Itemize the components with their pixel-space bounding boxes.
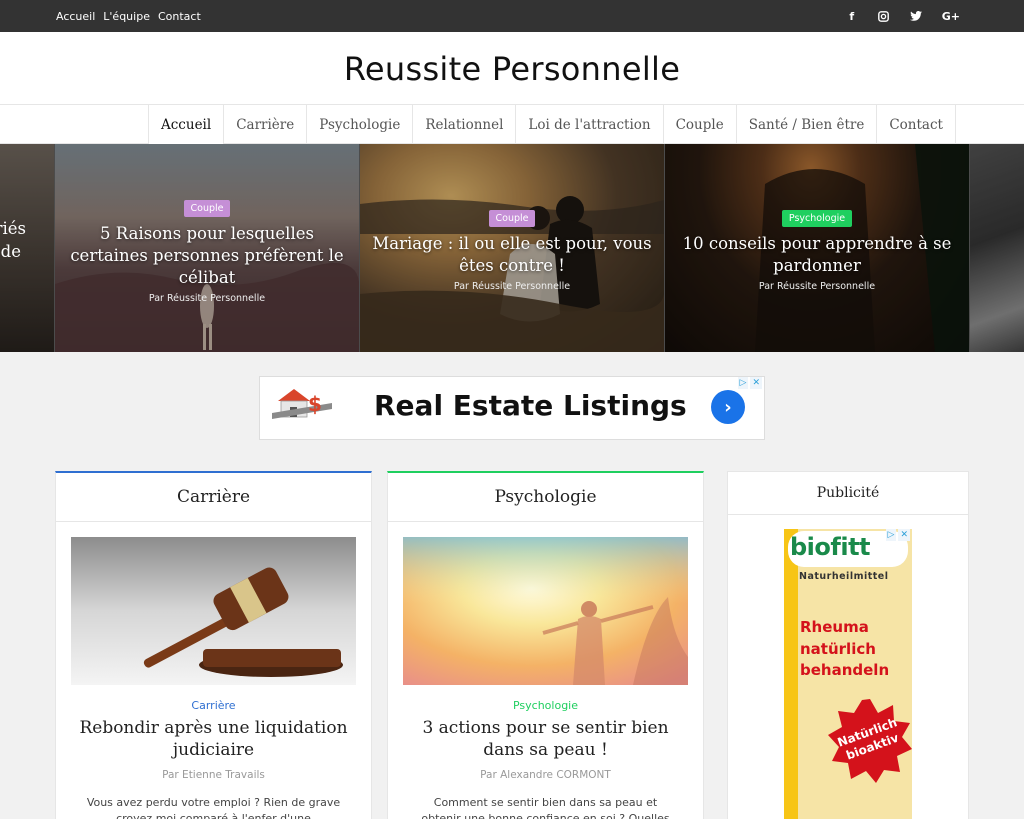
sidebar-widget: Publicité biofitt Naturheilmittel Rheuma… bbox=[727, 471, 969, 819]
ad-headline-line-2: natürlich bbox=[800, 639, 876, 658]
post-author: Par Etienne Travails bbox=[162, 769, 265, 781]
nav-item-psychologie[interactable]: Psychologie bbox=[307, 105, 414, 144]
category-card-psychologie: Psychologie Psychologie 3 actions pour s… bbox=[387, 471, 704, 819]
slide-partial-left[interactable]: riés de bbox=[0, 144, 54, 352]
post-excerpt: Vous avez perdu votre emploi ? Rien de g… bbox=[86, 796, 341, 819]
slide-mariage[interactable]: Couple Mariage : il ou elle est pour, vo… bbox=[360, 144, 664, 352]
nav-item-sante[interactable]: Santé / Bien être bbox=[737, 105, 878, 144]
post-category[interactable]: Psychologie bbox=[388, 699, 703, 712]
slide-partial-right[interactable] bbox=[970, 144, 1024, 352]
slide-pardonner[interactable]: Psychologie 10 conseils pour apprendre à… bbox=[665, 144, 969, 352]
nav-item-relationnel[interactable]: Relationnel bbox=[413, 105, 517, 144]
ad-brand: biofitt bbox=[790, 533, 871, 561]
banner-ad-text[interactable]: Real Estate Listings bbox=[374, 389, 687, 422]
slide-celibat[interactable]: Couple 5 Raisons pour lesquelles certain… bbox=[55, 144, 359, 352]
ad-choices[interactable]: ▷ ✕ bbox=[885, 529, 910, 541]
nav-item-loi-attraction[interactable]: Loi de l'attraction bbox=[516, 105, 664, 144]
post-author: Par Alexandre CORMONT bbox=[480, 769, 611, 781]
slide-1-title[interactable]: 5 Raisons pour lesquelles certaines pers… bbox=[65, 223, 349, 289]
slide-3-author: Par Réussite Personnelle bbox=[758, 281, 876, 292]
twitter-icon[interactable] bbox=[909, 11, 922, 21]
nav-item-accueil[interactable]: Accueil bbox=[149, 105, 225, 144]
slide-2-author: Par Réussite Personnelle bbox=[453, 281, 571, 292]
svg-text:$: $ bbox=[308, 392, 322, 416]
google-plus-icon[interactable]: G+ bbox=[942, 10, 960, 23]
sidebar-heading: Publicité bbox=[728, 472, 968, 515]
post-title[interactable]: 3 actions pour se sentir bien dans sa pe… bbox=[408, 717, 683, 761]
instagram-icon[interactable] bbox=[878, 10, 890, 22]
site-header: Reussite Personnelle bbox=[0, 32, 1024, 104]
site-title[interactable]: Reussite Personnelle bbox=[0, 50, 1024, 88]
partial-title-line-2: de bbox=[0, 242, 21, 261]
banner-arrow-icon[interactable]: › bbox=[711, 390, 745, 424]
social-links: f G+ bbox=[846, 0, 960, 32]
post-category[interactable]: Carrière bbox=[56, 699, 371, 712]
ad-tagline: Naturheilmittel bbox=[799, 571, 889, 582]
top-link-equipe[interactable]: L'équipe bbox=[103, 10, 150, 23]
slide-1-category-badge[interactable]: Couple bbox=[183, 200, 231, 217]
banner-ad[interactable]: $ Real Estate Listings › ▷ ✕ bbox=[259, 376, 765, 440]
card-heading[interactable]: Psychologie bbox=[388, 473, 703, 522]
close-icon[interactable]: ✕ bbox=[898, 529, 910, 541]
slide-2-title[interactable]: Mariage : il ou elle est pour, vous êtes… bbox=[370, 233, 654, 277]
ad-headline-line-1: Rheuma bbox=[800, 618, 869, 636]
ad-headline: Rheuma natürlich behandeln bbox=[800, 617, 889, 682]
top-link-contact[interactable]: Contact bbox=[158, 10, 201, 23]
partial-title-line-1: riés bbox=[0, 219, 26, 238]
main-nav: Accueil Carrière Psychologie Relationnel… bbox=[0, 104, 1024, 144]
nav-item-carriere[interactable]: Carrière bbox=[224, 105, 308, 144]
adchoices-icon[interactable]: ▷ bbox=[737, 377, 749, 389]
slide-3-category-badge[interactable]: Psychologie bbox=[781, 210, 853, 227]
featured-slider: riés de Couple 5 Raisons pour lesquelles… bbox=[0, 144, 1024, 352]
sidebar-ad[interactable]: biofitt Naturheilmittel Rheuma natürlich… bbox=[784, 529, 912, 819]
post-thumbnail[interactable] bbox=[71, 537, 356, 685]
nav-item-couple[interactable]: Couple bbox=[664, 105, 737, 144]
slide-2-category-badge[interactable]: Couple bbox=[488, 210, 536, 227]
ad-choices[interactable]: ▷ ✕ bbox=[737, 377, 762, 389]
slide-1-author: Par Réussite Personnelle bbox=[148, 293, 266, 304]
adchoices-icon[interactable]: ▷ bbox=[885, 529, 897, 541]
nav-item-contact[interactable]: Contact bbox=[877, 105, 956, 144]
category-card-carriere: Carrière Carrière Rebondir après une liq… bbox=[55, 471, 372, 819]
slide-3-title[interactable]: 10 conseils pour apprendre à se pardonne… bbox=[675, 233, 959, 277]
facebook-icon[interactable]: f bbox=[846, 10, 858, 23]
close-icon[interactable]: ✕ bbox=[750, 377, 762, 389]
ad-headline-line-3: behandeln bbox=[800, 661, 890, 679]
top-link-accueil[interactable]: Accueil bbox=[56, 10, 95, 23]
house-icon: $ bbox=[272, 389, 332, 419]
post-title[interactable]: Rebondir après une liquidation judiciair… bbox=[76, 717, 351, 761]
top-nav: Accueil L'équipe Contact bbox=[56, 0, 201, 32]
post-thumbnail[interactable] bbox=[403, 537, 688, 685]
post-excerpt: Comment se sentir bien dans sa peau et o… bbox=[421, 796, 670, 819]
top-bar: Accueil L'équipe Contact f G+ bbox=[0, 0, 1024, 32]
card-heading[interactable]: Carrière bbox=[56, 473, 371, 522]
